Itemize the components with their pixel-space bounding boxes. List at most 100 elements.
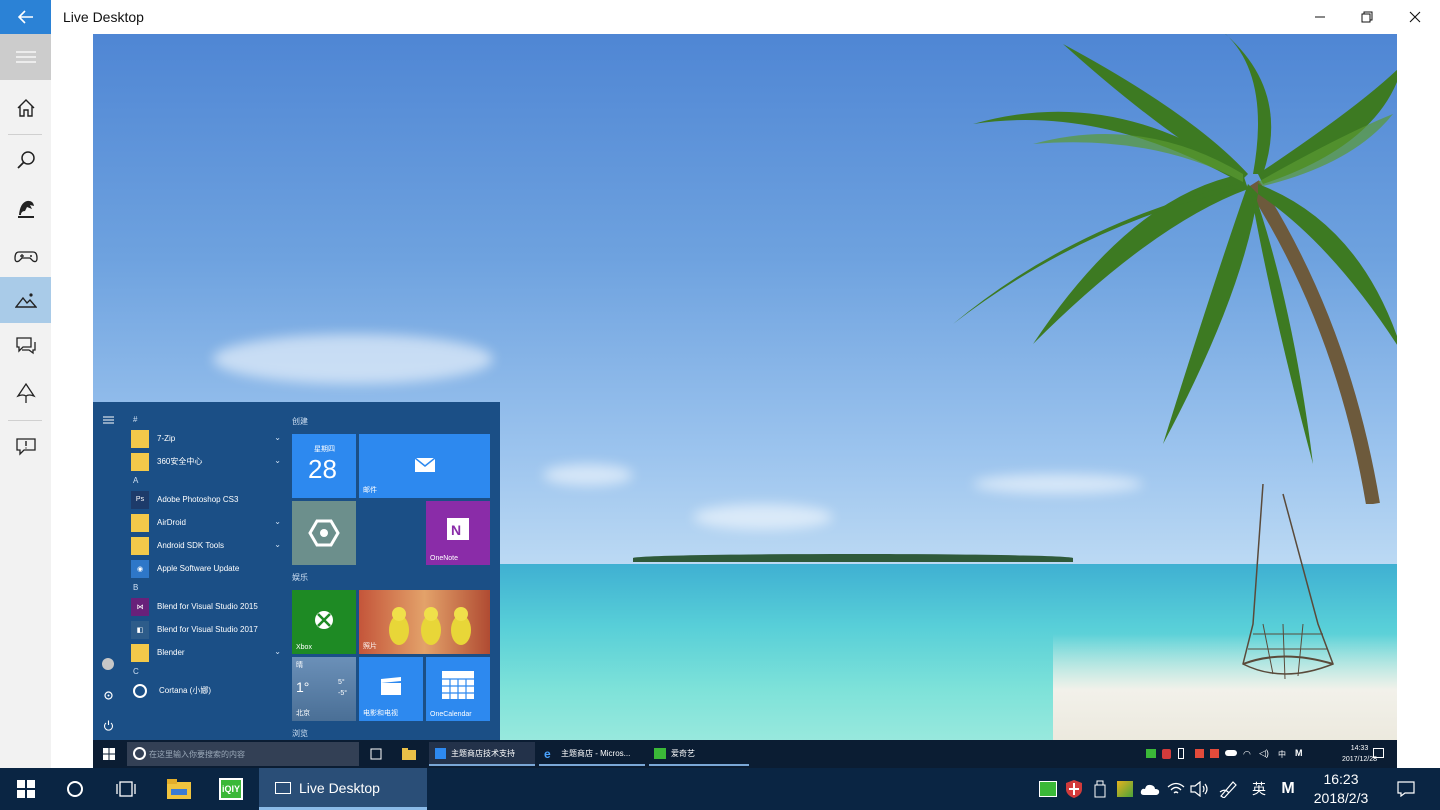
- start-app-blender[interactable]: Blender ⌄: [131, 641, 281, 664]
- start-button[interactable]: [0, 768, 51, 810]
- folder-icon: [131, 513, 149, 532]
- wallpaper-preview[interactable]: # 7-Zip ⌄ 360安全中心 ⌄ A Ps Adobe Photoshop CS…: [93, 34, 1397, 768]
- title-bar: Live Desktop: [0, 0, 1440, 34]
- restore-button[interactable]: [1343, 0, 1391, 34]
- tile-group-title: 浏览: [292, 729, 308, 738]
- cortana-button[interactable]: [51, 768, 99, 810]
- iqiyi-button[interactable]: iQIY: [207, 768, 255, 810]
- sidebar-divider: [8, 134, 42, 135]
- onedrive-tray-button[interactable]: [1137, 768, 1163, 810]
- onenote-tile[interactable]: N OneNote: [426, 501, 490, 565]
- back-button[interactable]: [0, 0, 51, 34]
- pen-tray-button[interactable]: [1216, 768, 1242, 810]
- landscape-icon: [14, 293, 37, 308]
- start-app-360[interactable]: 360安全中心 ⌄: [131, 450, 281, 473]
- close-button[interactable]: [1391, 0, 1439, 34]
- volume-tray-button[interactable]: [1188, 768, 1212, 810]
- start-menu-rail: [93, 402, 125, 740]
- hamburger-menu-button[interactable]: [0, 34, 51, 80]
- network-tray-button[interactable]: [1164, 768, 1188, 810]
- start-menu-app-list: # 7-Zip ⌄ 360安全中心 ⌄ A Ps Adobe Photoshop CS…: [131, 412, 281, 702]
- clapperboard-icon: [381, 677, 401, 695]
- app-tray-button[interactable]: [1113, 768, 1137, 810]
- xbox-tile[interactable]: Xbox: [292, 590, 356, 654]
- task-view-icon: [116, 781, 136, 797]
- app-tile[interactable]: [292, 501, 356, 565]
- minimize-button[interactable]: [1296, 0, 1344, 34]
- ime-mode-button[interactable]: M: [1275, 768, 1301, 810]
- start-app-airdroid[interactable]: AirDroid ⌄: [131, 511, 281, 534]
- onedrive-icon: [1140, 784, 1160, 795]
- mail-icon: [415, 458, 435, 472]
- hammock: [1242, 484, 1334, 680]
- windows-logo-icon: [103, 748, 115, 760]
- onedrive-tray-icon: [1225, 750, 1237, 756]
- ime-language-button[interactable]: 英: [1246, 768, 1272, 810]
- calendar-tile[interactable]: 星期四 28: [292, 434, 356, 498]
- file-explorer-button[interactable]: [155, 768, 203, 810]
- photos-tile[interactable]: 照片: [359, 590, 490, 654]
- cloud: [213, 334, 493, 384]
- folder-icon: [131, 429, 149, 448]
- sidebar: [0, 34, 51, 768]
- cortana-icon: [67, 781, 83, 797]
- movies-tile[interactable]: 电影和电视: [359, 657, 423, 721]
- start-app-photoshop[interactable]: Ps Adobe Photoshop CS3: [131, 488, 281, 511]
- sidebar-item-feedback[interactable]: [0, 424, 51, 470]
- start-app-blend-2015[interactable]: ⋈ Blend for Visual Studio 2015: [131, 595, 281, 618]
- taskbar-app-live-desktop[interactable]: Live Desktop: [259, 768, 427, 810]
- window-title: Live Desktop: [63, 9, 144, 25]
- start-app-cortana[interactable]: Cortana (小娜): [131, 679, 281, 702]
- sidebar-item-comments[interactable]: [0, 323, 51, 369]
- letter-header: C: [133, 667, 139, 676]
- sidebar-item-landscape[interactable]: [0, 277, 51, 323]
- hexagon-icon: [308, 519, 340, 547]
- svg-text:N: N: [451, 522, 461, 538]
- preview-clock: 14:33 2017/12/28: [1341, 745, 1377, 763]
- live-desktop-app: Live Desktop # 7-Zip ⌄ 360安全中心 ⌄ A Ps Ad…: [0, 0, 1440, 768]
- chevron-down-icon: ⌄: [274, 540, 281, 549]
- start-app-android-sdk[interactable]: Android SDK Tools ⌄: [131, 534, 281, 557]
- tile-group-title: 创建: [292, 417, 308, 426]
- home-icon: [17, 99, 34, 117]
- photoshop-icon: Ps: [131, 490, 149, 509]
- file-explorer-icon: [167, 779, 191, 799]
- security-tray-button[interactable]: [1062, 768, 1086, 810]
- iqiyi-icon: [654, 748, 666, 759]
- sidebar-item-home[interactable]: [0, 85, 51, 131]
- folder-icon: [131, 643, 149, 662]
- sidebar-item-games[interactable]: [0, 233, 51, 279]
- iqiyi-icon: iQIY: [219, 778, 243, 800]
- usb-tray-icon: [1178, 748, 1184, 759]
- sidebar-item-plugins[interactable]: [0, 370, 51, 416]
- calendar-grid-icon: [442, 671, 474, 699]
- cortana-icon: [133, 747, 146, 760]
- cloud: [693, 504, 833, 530]
- weather-tile[interactable]: 晴 1° 5° -5° 北京: [292, 657, 356, 721]
- letter-header: #: [133, 415, 138, 424]
- action-center-button[interactable]: [1390, 768, 1422, 810]
- usb-tray-button[interactable]: [1088, 768, 1112, 810]
- sidebar-item-anime[interactable]: [0, 185, 51, 231]
- volume-icon: [1190, 781, 1208, 797]
- app-tray-icon: [1195, 749, 1204, 758]
- start-app-7zip[interactable]: 7-Zip ⌄: [131, 427, 281, 450]
- start-app-blend-2017[interactable]: ◧ Blend for Visual Studio 2017: [131, 618, 281, 641]
- iqiyi-tray-button[interactable]: [1036, 768, 1060, 810]
- onecalendar-tile[interactable]: OneCalendar: [426, 657, 490, 721]
- palm-tree: [953, 34, 1397, 504]
- start-app-apple-update[interactable]: ◉ Apple Software Update: [131, 557, 281, 580]
- birds-photo: [389, 607, 471, 645]
- tree-icon: [15, 382, 36, 403]
- anime-character-icon: [17, 200, 34, 218]
- taskbar-clock[interactable]: 16:23 2018/2/3: [1302, 770, 1380, 808]
- task-view-button[interactable]: [102, 768, 150, 810]
- iqiyi-tray-icon: [1039, 781, 1057, 797]
- sidebar-item-search[interactable]: [0, 137, 51, 183]
- preview-taskbar-app: 主题商店技术支持: [429, 742, 535, 766]
- onenote-icon: N: [447, 518, 469, 540]
- restore-icon: [1361, 11, 1373, 23]
- mail-tile[interactable]: 邮件: [359, 434, 490, 498]
- preview-taskbar: 在这里输入你要搜索的内容 主题商店技术支持 e 主题商店 - Micros...…: [93, 740, 1397, 768]
- notification-icon: [1397, 781, 1415, 797]
